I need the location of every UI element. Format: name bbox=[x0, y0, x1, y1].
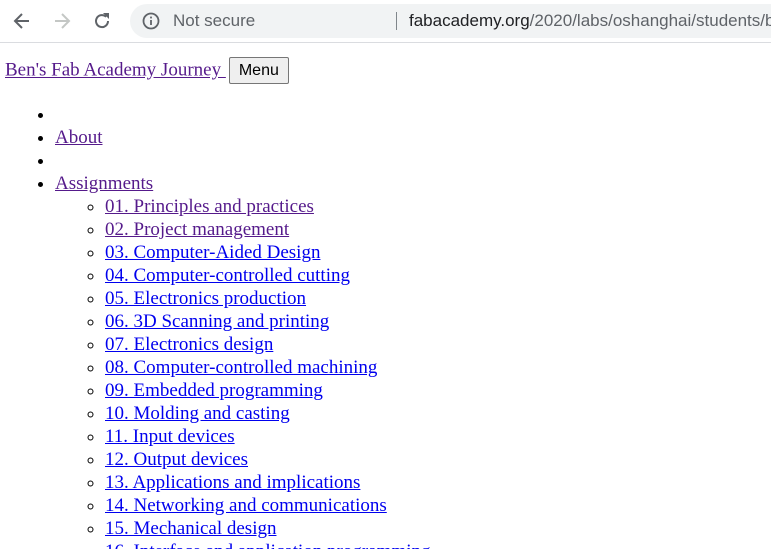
assignment-item: 08. Computer-controlled machining bbox=[105, 356, 431, 379]
assignment-link[interactable]: 08. Computer-controlled machining bbox=[105, 357, 377, 378]
assignment-link[interactable]: 03. Computer-Aided Design bbox=[105, 242, 320, 263]
reload-icon bbox=[95, 13, 110, 29]
arrow-left-icon bbox=[13, 13, 29, 29]
assignment-link[interactable]: 12. Output devices bbox=[105, 449, 248, 470]
info-circle-icon[interactable] bbox=[142, 12, 160, 30]
nav-item-empty bbox=[55, 103, 431, 126]
url-path: /2020/labs/oshanghai/students/benoit-mre… bbox=[529, 11, 771, 30]
assignment-item: 10. Molding and casting bbox=[105, 402, 431, 425]
browser-toolbar: Not secure fabacademy.org/2020/labs/osha… bbox=[0, 0, 771, 43]
assignment-link[interactable]: 09. Embedded programming bbox=[105, 380, 323, 401]
assignment-link[interactable]: 15. Mechanical design bbox=[105, 518, 276, 539]
assignments-link[interactable]: Assignments bbox=[55, 173, 153, 194]
url-divider bbox=[396, 12, 397, 30]
assignment-link[interactable]: 14. Networking and communications bbox=[105, 495, 387, 516]
assignment-link[interactable]: 01. Principles and practices bbox=[105, 196, 314, 217]
assignment-link[interactable]: 11. Input devices bbox=[105, 426, 235, 447]
url-text[interactable]: fabacademy.org/2020/labs/oshanghai/stude… bbox=[409, 11, 771, 31]
assignment-item: 07. Electronics design bbox=[105, 333, 431, 356]
assignment-item: 13. Applications and implications bbox=[105, 471, 431, 494]
page-content: Ben's Fab Academy Journey Menu About Ass… bbox=[0, 44, 771, 549]
assignment-link[interactable]: 06. 3D Scanning and printing bbox=[105, 311, 329, 332]
assignment-link[interactable]: 05. Electronics production bbox=[105, 288, 306, 309]
assignment-item: 01. Principles and practices bbox=[105, 195, 431, 218]
assignments-list: 01. Principles and practices 02. Project… bbox=[55, 195, 431, 549]
menu-button[interactable]: Menu bbox=[228, 57, 289, 84]
assignment-link[interactable]: 07. Electronics design bbox=[105, 334, 273, 355]
security-status[interactable]: Not secure bbox=[173, 11, 255, 31]
address-bar[interactable]: Not secure fabacademy.org/2020/labs/osha… bbox=[130, 4, 771, 38]
arrow-right-icon bbox=[55, 13, 71, 29]
assignment-item: 12. Output devices bbox=[105, 448, 431, 471]
url-host: fabacademy.org bbox=[409, 11, 530, 30]
about-link[interactable]: About bbox=[55, 127, 103, 148]
assignment-link[interactable]: 02. Project management bbox=[105, 219, 289, 240]
nav-item-empty bbox=[55, 149, 431, 172]
assignment-item: 15. Mechanical design bbox=[105, 517, 431, 540]
back-button[interactable] bbox=[8, 7, 36, 35]
main-nav: About Assignments 01. Principles and pra… bbox=[0, 103, 431, 549]
assignment-item: 03. Computer-Aided Design bbox=[105, 241, 431, 264]
assignment-item: 09. Embedded programming bbox=[105, 379, 431, 402]
assignment-item: 02. Project management bbox=[105, 218, 431, 241]
assignment-item: 04. Computer-controlled cutting bbox=[105, 264, 431, 287]
assignment-link[interactable]: 13. Applications and implications bbox=[105, 472, 360, 493]
assignment-item: 16. Interface and application programmin… bbox=[105, 540, 431, 549]
site-header: Ben's Fab Academy Journey Menu bbox=[5, 57, 289, 84]
assignment-item: 14. Networking and communications bbox=[105, 494, 431, 517]
nav-item-assignments: Assignments 01. Principles and practices… bbox=[55, 172, 431, 549]
nav-item-about: About bbox=[55, 126, 431, 149]
assignment-item: 06. 3D Scanning and printing bbox=[105, 310, 431, 333]
forward-button[interactable] bbox=[48, 7, 76, 35]
assignment-link[interactable]: 10. Molding and casting bbox=[105, 403, 290, 424]
assignment-item: 11. Input devices bbox=[105, 425, 431, 448]
reload-button[interactable] bbox=[88, 7, 116, 35]
assignment-link[interactable]: 04. Computer-controlled cutting bbox=[105, 265, 350, 286]
assignment-link[interactable]: 16. Interface and application programmin… bbox=[105, 541, 431, 549]
site-title-link[interactable]: Ben's Fab Academy Journey bbox=[5, 60, 226, 81]
assignment-item: 05. Electronics production bbox=[105, 287, 431, 310]
